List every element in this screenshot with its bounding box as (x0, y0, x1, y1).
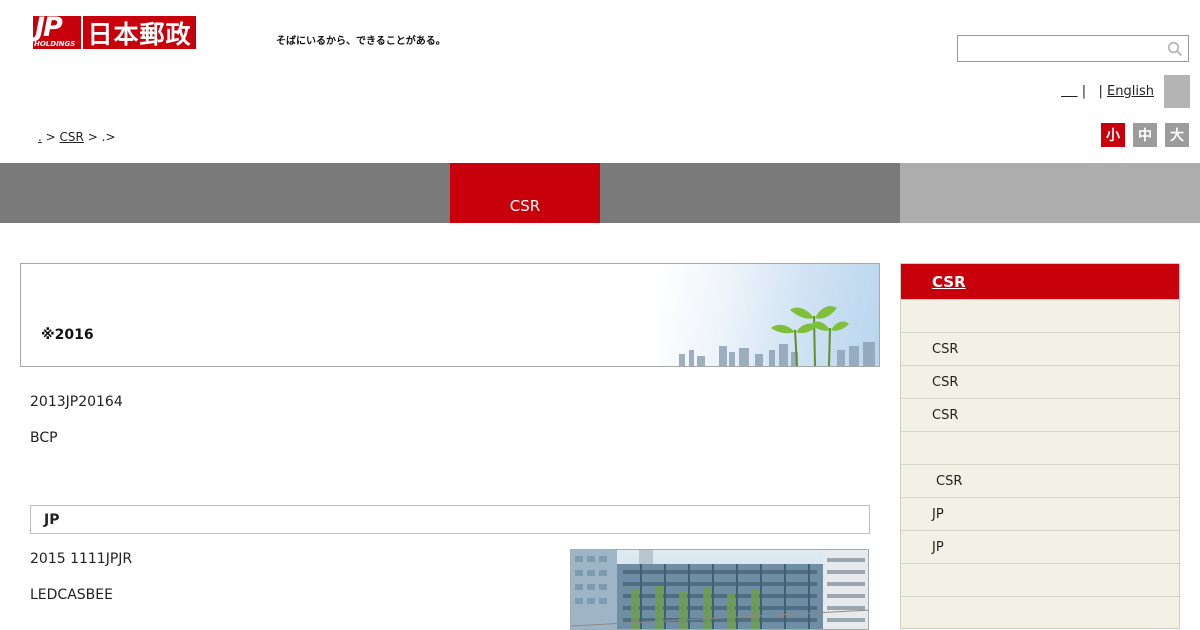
sidebar-item[interactable]: JP (901, 530, 1179, 563)
sidebar-item[interactable]: JP (901, 497, 1179, 530)
font-size-medium-button[interactable]: 中 (1133, 123, 1157, 147)
lang-separator: | (1098, 84, 1103, 99)
tagline: そばにいるから、できることがある。 (276, 36, 446, 47)
breadcrumb-separator: > (87, 130, 98, 144)
sidebar-item[interactable] (901, 299, 1179, 332)
sidebar-item[interactable]: CSR (901, 365, 1179, 398)
intro-paragraph-2: BCP (30, 430, 58, 446)
search-input[interactable] (957, 35, 1189, 62)
page-title: ※2016 (41, 327, 94, 343)
sidebar-title[interactable]: CSR (901, 264, 1179, 299)
jp-logo-mark: JP HOLDINGS (33, 12, 81, 49)
breadcrumb-csr[interactable]: CSR (60, 130, 84, 144)
logo-sub-text: HOLDINGS (34, 40, 76, 48)
sidebar-title-link[interactable]: CSR (932, 273, 966, 291)
menu-toggle-button[interactable] (1164, 75, 1190, 108)
sidebar-item[interactable] (901, 563, 1179, 596)
building-illustration (571, 550, 868, 629)
sidebar-item[interactable] (901, 596, 1179, 629)
city-sprout-illustration (679, 306, 875, 366)
logo-name: 日本郵政 (81, 16, 196, 49)
building-photo (570, 549, 869, 630)
global-nav: CSR (0, 163, 1200, 223)
sidebar-item[interactable]: CSR (901, 398, 1179, 431)
site-logo[interactable]: JP HOLDINGS 日本郵政 (33, 12, 196, 49)
intro-paragraph: 2013JP20164 (30, 394, 123, 410)
english-link[interactable]: English (1107, 84, 1154, 99)
font-size-switcher: 小 中 大 (1101, 123, 1189, 147)
language-links: | | English (1061, 84, 1154, 99)
sidebar-item[interactable]: CSR (901, 464, 1179, 497)
page-hero: ※2016 (20, 263, 880, 367)
section-paragraph: 2015 1111JPJR (30, 551, 133, 567)
lang-separator: | (1081, 84, 1087, 99)
section-paragraph-2: LEDCASBEE (30, 587, 113, 603)
breadcrumb-separator: > (45, 130, 56, 144)
nav-item-csr[interactable]: CSR (450, 163, 600, 223)
breadcrumb-home[interactable]: . (38, 130, 42, 144)
font-size-small-button[interactable]: 小 (1101, 123, 1125, 147)
sidebar-item[interactable]: CSR (901, 332, 1179, 365)
font-size-large-button[interactable]: 大 (1165, 123, 1189, 147)
section-heading: JP (30, 505, 870, 534)
sidebar-item[interactable] (901, 431, 1179, 464)
sidebar-nav: CSR CSR CSR CSR CSR JP JP (900, 263, 1180, 629)
nav-item-secondary[interactable] (900, 163, 1200, 223)
logo-mark-text: JP (35, 12, 63, 43)
breadcrumb-separator: > (105, 130, 116, 144)
search-icon[interactable] (1167, 41, 1183, 57)
breadcrumb: . > CSR > .> (38, 130, 116, 144)
japanese-link[interactable] (1061, 84, 1078, 99)
hero-sky-image (659, 264, 879, 366)
